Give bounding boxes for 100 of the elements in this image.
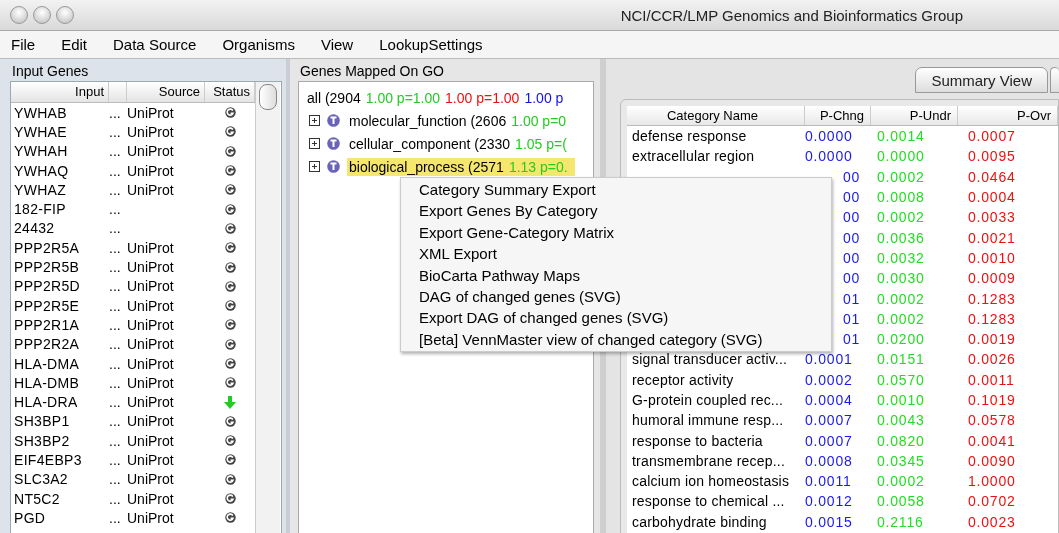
table-cell-text: YWHAZ <box>13 181 68 198</box>
table-cell: UniProt <box>127 259 174 275</box>
table-cell: 0.0007 <box>968 128 1016 145</box>
table-cell: UniProt <box>127 104 174 121</box>
expand-icon[interactable] <box>309 161 320 172</box>
menu-item[interactable]: File <box>8 36 48 53</box>
menu-item[interactable]: BioCarta Pathway Maps <box>401 264 831 286</box>
menu-item[interactable]: Export Gene-Category Matrix <box>401 221 831 244</box>
table-cell: 0.0095 <box>968 148 1016 165</box>
table-cell-text: ... <box>109 239 122 256</box>
expand-icon[interactable] <box>309 138 320 149</box>
column-header[interactable]: Source <box>127 82 205 102</box>
column-header[interactable]: Category Name <box>627 106 805 125</box>
table-cell: UniProt <box>127 297 174 314</box>
table-cell-text: calcium ion homeostasis <box>631 473 790 490</box>
tab-edge[interactable] <box>1050 67 1059 93</box>
table-cell: 01 <box>843 331 861 348</box>
table-cell-text: ... <box>109 297 122 314</box>
menu-item[interactable]: Organisms <box>219 36 307 53</box>
menu-item[interactable]: Category Summary Export <box>401 179 831 201</box>
table-cell: 0.1283 <box>968 290 1016 307</box>
table-cell: 0.0011 <box>805 473 852 490</box>
category-label: biological_process (2571 <box>349 158 504 175</box>
table-cell: UniProt <box>127 239 174 256</box>
tab[interactable]: Summary View <box>915 67 1048 93</box>
statistic-text: 1.00 p <box>524 89 564 106</box>
table-cell-text: PPP2R5B <box>13 259 81 275</box>
table-cell: 00 <box>843 270 861 287</box>
zoom-button[interactable] <box>56 6 74 24</box>
menu-item[interactable]: Export DAG of changed genes (SVG) <box>401 307 831 329</box>
table-cell: 0.0002 <box>805 371 853 388</box>
column-header[interactable]: P-Ovr <box>958 106 1058 125</box>
table-cell: 0.0002 <box>877 290 925 307</box>
table-cell: UniProt <box>127 490 174 507</box>
table-cell-text: 182-FIP <box>13 201 67 218</box>
menu-item[interactable]: Export Genes By Category <box>401 200 831 222</box>
statistic-text: 1.05 p=( <box>515 135 567 152</box>
table-cell-text: ... <box>109 374 122 391</box>
table-cell-text: PGD <box>13 509 47 526</box>
menu-item[interactable]: View <box>317 36 366 53</box>
table-cell: 1.0000 <box>968 473 1016 490</box>
table-cell: 0.0570 <box>877 371 925 388</box>
window-title: NCI/CCR/LMP Genomics and Bioinformatics Group <box>620 6 963 24</box>
tree-item-highlight[interactable]: molecular_function (2606 1.00 p=0 <box>347 111 574 130</box>
table-cell-text: ... <box>109 201 122 218</box>
table-cell-text: ... <box>109 413 122 430</box>
menu-item[interactable]: DAG of changed genes (SVG) <box>401 285 831 308</box>
table-cell-text: extracellular region <box>631 148 755 165</box>
table-cell-text: ... <box>109 123 122 140</box>
table-cell-text: ... <box>109 490 122 507</box>
table-cell-text: ... <box>109 471 122 488</box>
tree-item-highlight[interactable]: cellular_component (2330 1.05 p=( <box>347 134 574 153</box>
column-header[interactable]: Input <box>11 82 109 102</box>
table-cell: UniProt <box>127 143 174 160</box>
menu-item[interactable]: Data Source <box>110 36 209 53</box>
table-cell-text: ... <box>109 336 122 353</box>
tree-item[interactable]: all (2904 <box>307 89 361 106</box>
table-cell: UniProt <box>127 336 174 353</box>
table-cell: 00 <box>843 168 861 185</box>
table-cell: 0.0464 <box>968 168 1016 185</box>
table-cell-text: transmembrane recep... <box>631 452 786 469</box>
table-cell-text: PPP2R5D <box>13 278 81 295</box>
panel-title: Input Genes <box>11 63 90 81</box>
table-cell: 0.0041 <box>968 432 1016 449</box>
table-cell: 00 <box>843 189 861 206</box>
table-cell: 0.0007 <box>805 412 853 429</box>
menu-item[interactable]: XML Export <box>401 243 831 265</box>
table-cell-text: ... <box>109 259 122 275</box>
menu-item[interactable]: [Beta] VennMaster view of changed category (SVG) <box>401 328 831 351</box>
scrollbar-thumb[interactable] <box>259 84 277 110</box>
table-cell: 0.0014 <box>877 128 925 145</box>
table-cell-text: ... <box>109 278 122 295</box>
table-cell: UniProt <box>127 394 174 411</box>
table-cell: 0.0030 <box>877 270 925 287</box>
table-cell: 00 <box>843 229 861 246</box>
menu-item[interactable]: LookupSettings <box>376 36 495 53</box>
column-header[interactable]: P-Undr <box>871 106 958 125</box>
statistic-text: 1.00 p=0 <box>511 112 567 129</box>
tree-item-highlight[interactable]: biological_process (2571 1.13 p=0. <box>347 157 575 176</box>
table-cell-text: ... <box>109 316 122 333</box>
table-cell: 0.0000 <box>805 148 853 165</box>
minimize-button[interactable] <box>33 6 51 24</box>
table-cell: 0.0345 <box>877 452 925 469</box>
table-cell-text: YWHAQ <box>13 162 70 179</box>
menu-item[interactable]: Edit <box>58 36 100 53</box>
category-label: molecular_function (2606 <box>349 112 507 129</box>
table-cell-text: ... <box>109 220 122 237</box>
table-cell-text: signal transducer activ... <box>631 351 788 368</box>
table-cell-text: ... <box>109 509 122 526</box>
panel-title: Genes Mapped On GO <box>299 63 445 81</box>
table-cell-text: response to bacteria <box>631 432 763 449</box>
table-cell: 0.0151 <box>877 351 925 368</box>
table-cell: 0.1283 <box>968 310 1016 327</box>
column-header[interactable]: P-Chng <box>805 106 871 125</box>
expand-icon[interactable] <box>309 115 320 126</box>
table-cell: UniProt <box>127 509 174 526</box>
close-button[interactable] <box>10 6 28 24</box>
table-cell: UniProt <box>127 432 174 449</box>
table-cell-text: EIF4EBP3 <box>13 452 83 468</box>
table-cell: 0.0009 <box>968 270 1016 287</box>
